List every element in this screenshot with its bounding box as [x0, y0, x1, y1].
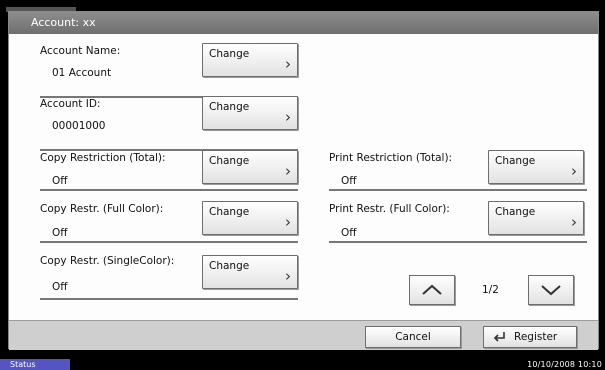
divider — [40, 241, 298, 243]
field-label: Copy Restriction (Total): — [40, 152, 166, 164]
field-label: Copy Restr. (SingleColor): — [40, 255, 175, 267]
change-button-label: Change — [209, 206, 250, 218]
chevron-right-icon: › — [285, 55, 291, 73]
arrow-down-icon — [541, 285, 561, 296]
datetime-display: 10/10/2008 10:10 — [527, 360, 602, 369]
field-label: Account Name: — [40, 45, 121, 57]
arrow-up-icon — [422, 284, 442, 295]
chevron-right-icon: › — [285, 213, 291, 231]
field-value: Off — [52, 175, 68, 187]
register-button-label: Register — [514, 331, 558, 343]
change-button-label: Change — [209, 101, 250, 113]
divider — [329, 189, 587, 191]
change-button-print-restriction-total[interactable]: Change › — [488, 150, 584, 184]
status-tab[interactable]: Status — [0, 359, 70, 370]
register-button[interactable]: Register — [483, 326, 577, 348]
field-label: Account ID: — [40, 98, 101, 110]
divider — [329, 241, 587, 243]
field-value: Off — [341, 175, 357, 187]
status-bar: Status 10/10/2008 10:10 — [0, 359, 605, 370]
chevron-right-icon: › — [571, 162, 577, 180]
footer-bar: Cancel Register — [9, 320, 598, 350]
chevron-right-icon: › — [285, 267, 291, 285]
change-button-label: Change — [495, 155, 536, 167]
change-button-label: Change — [209, 155, 250, 167]
chevron-right-icon: › — [285, 108, 291, 126]
panel-content: Account Name: 01 Account Change › Accoun… — [9, 34, 598, 320]
change-button-account-name[interactable]: Change › — [202, 43, 298, 77]
change-button-copy-restr-full-color[interactable]: Change › — [202, 201, 298, 235]
change-button-copy-restriction-total[interactable]: Change › — [202, 150, 298, 184]
cancel-button[interactable]: Cancel — [365, 326, 461, 348]
field-value: Off — [52, 227, 68, 239]
screen: Account: xx Account Name: 01 Account Cha… — [0, 0, 605, 370]
page-indicator: 1/2 — [482, 284, 499, 296]
field-label: Print Restr. (Full Color): — [329, 203, 450, 215]
divider — [40, 189, 298, 191]
field-value: Off — [52, 281, 68, 293]
change-button-label: Change — [495, 206, 536, 218]
panel-title: Account: xx — [9, 12, 598, 34]
enter-icon — [493, 332, 505, 342]
divider — [40, 298, 298, 300]
change-button-label: Change — [209, 260, 250, 272]
account-panel: Account: xx Account Name: 01 Account Cha… — [8, 11, 599, 350]
change-button-print-restr-full-color[interactable]: Change › — [488, 201, 584, 235]
page-up-button[interactable] — [409, 275, 455, 305]
field-value: 00001000 — [52, 120, 106, 132]
change-button-account-id[interactable]: Change › — [202, 96, 298, 130]
field-value: 01 Account — [52, 67, 112, 79]
page-down-button[interactable] — [528, 275, 574, 305]
chevron-right-icon: › — [285, 162, 291, 180]
chevron-right-icon: › — [571, 213, 577, 231]
change-button-copy-restr-single-color[interactable]: Change › — [202, 255, 298, 289]
field-label: Copy Restr. (Full Color): — [40, 203, 164, 215]
field-value: Off — [341, 227, 357, 239]
change-button-label: Change — [209, 48, 250, 60]
field-label: Print Restriction (Total): — [329, 152, 453, 164]
